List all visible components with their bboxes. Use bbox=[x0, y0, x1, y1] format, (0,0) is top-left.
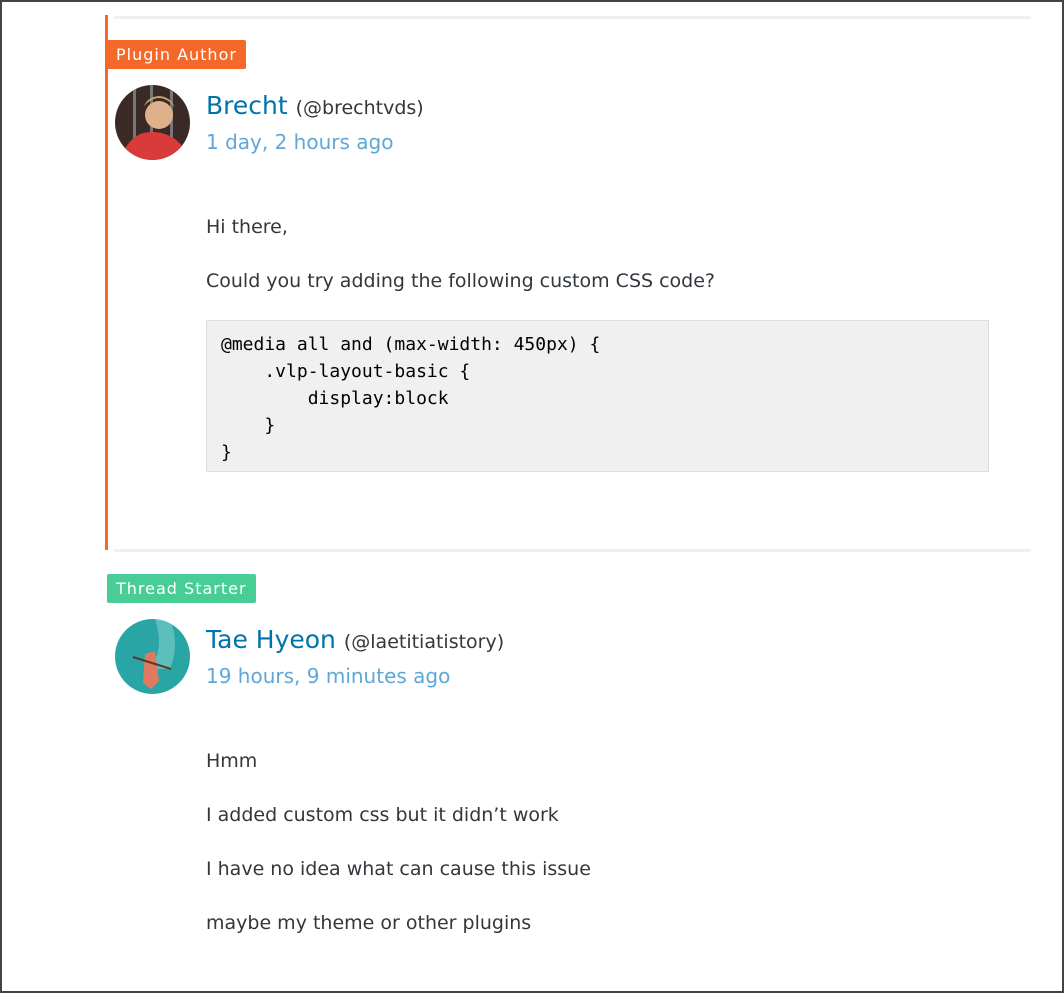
author-handle: (@brechtvds) bbox=[295, 97, 424, 119]
code-block: @media all and (max-width: 450px) { .vlp… bbox=[206, 320, 989, 472]
paragraph: I have no idea what can cause this issue bbox=[206, 858, 591, 880]
divider bbox=[114, 549, 1031, 552]
avatar[interactable] bbox=[115, 85, 190, 160]
author-handle: (@laetitiatistory) bbox=[343, 631, 505, 653]
avatar[interactable] bbox=[115, 619, 190, 694]
author-reply-accent-bar bbox=[105, 15, 108, 550]
paragraph: Hmm bbox=[206, 750, 258, 772]
author-name-link[interactable]: Brecht bbox=[206, 91, 288, 120]
timestamp-link[interactable]: 1 day, 2 hours ago bbox=[206, 130, 393, 154]
paragraph: Hi there, bbox=[206, 216, 288, 238]
paragraph: I added custom css but it didn’t work bbox=[206, 804, 559, 826]
author-name-link[interactable]: Tae Hyeon bbox=[206, 625, 336, 654]
divider bbox=[114, 16, 1031, 19]
paragraph: maybe my theme or other plugins bbox=[206, 912, 532, 934]
paragraph: Could you try adding the following custo… bbox=[206, 270, 716, 292]
plugin-author-badge: Plugin Author bbox=[107, 40, 246, 69]
timestamp-link[interactable]: 19 hours, 9 minutes ago bbox=[206, 664, 450, 688]
thread-starter-badge: Thread Starter bbox=[107, 574, 256, 603]
